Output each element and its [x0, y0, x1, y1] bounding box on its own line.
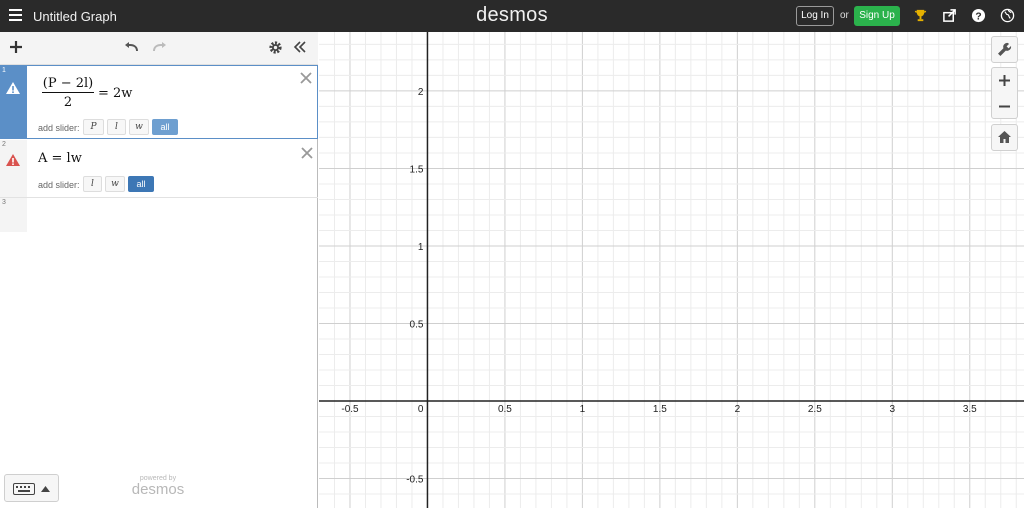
- zoom-out-icon[interactable]: [992, 94, 1017, 119]
- keyboard-toggle-button[interactable]: [4, 474, 59, 502]
- y-tick-label: 1: [418, 242, 424, 253]
- trophy-icon[interactable]: [913, 8, 928, 23]
- graph-grid: -0.5 0 0.5 1 1.5 2 2.5 3 3.5 2 1.5 1 0.5 -0.5: [319, 32, 1024, 508]
- add-icon[interactable]: [9, 40, 23, 54]
- expression-index: 3: [2, 199, 6, 206]
- add-slider-label: add slider:: [38, 180, 80, 190]
- y-tick-label: 1.5: [410, 164, 424, 175]
- zoom-controls: [991, 67, 1018, 119]
- add-slider-label: add slider:: [38, 123, 80, 133]
- x-tick-label: 3.5: [963, 404, 977, 415]
- x-tick-label: 1: [580, 404, 586, 415]
- slider-chip-w[interactable]: w: [105, 176, 125, 192]
- y-tick-label: 2: [418, 87, 424, 98]
- powered-by-logo: desmos: [131, 481, 185, 498]
- expression-index: 2: [2, 141, 6, 148]
- fraction-bar: [42, 92, 94, 93]
- redo-icon[interactable]: [151, 41, 167, 53]
- x-tick-label: 2: [735, 404, 741, 415]
- or-label: or: [840, 10, 849, 21]
- slider-chip-l[interactable]: l: [83, 176, 102, 192]
- close-icon[interactable]: [300, 72, 312, 84]
- expression-row-1[interactable]: 1 (P − 2l) 2 = 2w add slider: P l w all: [0, 65, 318, 139]
- warning-icon[interactable]: [5, 81, 21, 95]
- fraction-numerator: (P − 2l): [42, 76, 94, 91]
- top-bar: Untitled Graph desmos Log In or Sign Up …: [0, 0, 1024, 32]
- expression-toolbar: [0, 32, 318, 65]
- expression-panel: 1 (P − 2l) 2 = 2w add slider: P l w all …: [0, 32, 318, 508]
- undo-icon[interactable]: [124, 41, 140, 53]
- login-button[interactable]: Log In: [796, 6, 834, 26]
- keyboard-icon: [13, 483, 35, 495]
- graph-paper[interactable]: -0.5 0 0.5 1 1.5 2 2.5 3 3.5 2 1.5 1 0.5 -0.5: [319, 32, 1024, 508]
- slider-chip-w[interactable]: w: [129, 119, 149, 135]
- slider-chip-all[interactable]: all: [128, 176, 154, 192]
- y-tick-label: 0.5: [410, 319, 424, 330]
- expression-row-3[interactable]: 3: [0, 198, 318, 232]
- share-icon[interactable]: [942, 8, 957, 23]
- expression-index: 1: [2, 67, 6, 74]
- warning-icon[interactable]: [5, 153, 21, 167]
- slider-chip-all[interactable]: all: [152, 119, 178, 135]
- x-tick-label: 1.5: [653, 404, 667, 415]
- x-tick-label: -0.5: [341, 404, 359, 415]
- hamburger-icon[interactable]: [9, 9, 22, 21]
- x-tick-label: 3: [890, 404, 896, 415]
- slider-chip-P[interactable]: P: [83, 119, 104, 135]
- collapse-icon[interactable]: [293, 41, 307, 53]
- x-tick-label: 0.5: [498, 404, 512, 415]
- equation: A = lw: [38, 151, 82, 166]
- x-tick-label: 2.5: [808, 404, 822, 415]
- fraction[interactable]: (P − 2l) 2: [42, 76, 94, 110]
- help-icon[interactable]: ?: [971, 8, 986, 23]
- expression-row-2[interactable]: 2 A = lw add slider: l w all: [0, 140, 318, 198]
- zoom-in-icon[interactable]: [992, 68, 1017, 93]
- svg-text:?: ?: [975, 11, 981, 22]
- slider-chip-l[interactable]: l: [107, 119, 126, 135]
- settings-icon[interactable]: [268, 40, 283, 55]
- graph-settings-button[interactable]: [991, 36, 1018, 63]
- graph-title[interactable]: Untitled Graph: [33, 9, 117, 24]
- fraction-denominator: 2: [63, 95, 73, 110]
- y-tick-label: -0.5: [406, 475, 424, 486]
- expression-gutter: [0, 66, 27, 138]
- equation-rhs: = 2w: [98, 86, 133, 101]
- close-icon[interactable]: [301, 147, 313, 159]
- x-tick-label: 0: [418, 404, 424, 415]
- globe-icon[interactable]: [1000, 8, 1015, 23]
- expression-gutter: [0, 140, 27, 197]
- powered-by-desmos: powered by desmos: [128, 475, 188, 498]
- signup-button[interactable]: Sign Up: [854, 6, 900, 26]
- chevron-up-icon: [41, 486, 50, 492]
- wrench-icon: [998, 42, 1012, 56]
- default-viewport-button[interactable]: [991, 124, 1018, 151]
- home-icon: [998, 131, 1011, 143]
